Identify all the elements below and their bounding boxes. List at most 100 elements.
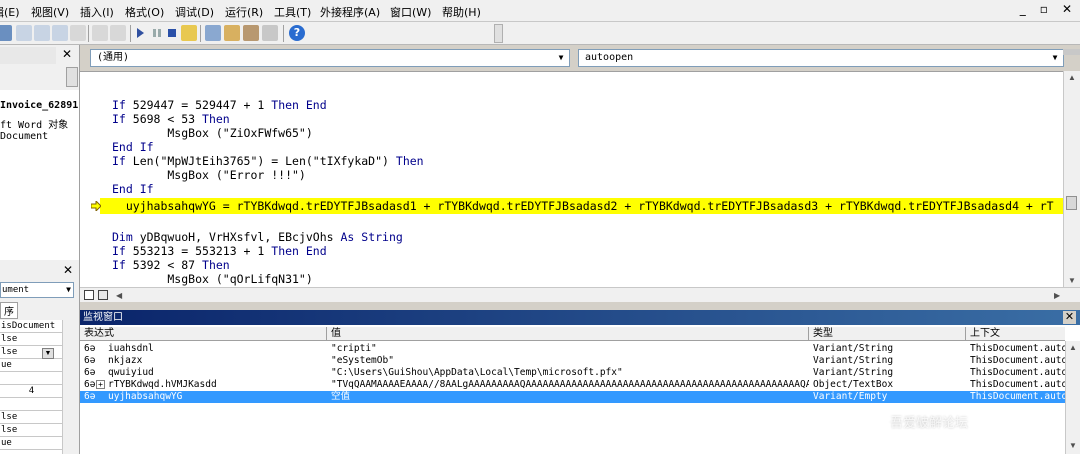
close-button[interactable]: ✕ (1062, 2, 1072, 20)
toolbox-icon[interactable] (262, 25, 278, 41)
code-line[interactable]: MsgBox ("Error !!!") (112, 168, 306, 182)
column-value[interactable]: 值 (327, 327, 809, 341)
reset-icon[interactable] (168, 29, 176, 37)
code-vscroll[interactable]: ▲ ▼ (1063, 71, 1080, 287)
watch-row[interactable]: 6ə qwuiyiud "C:\Users\GuiShou\AppData\Loca… (80, 367, 1065, 379)
object-combo[interactable]: (通用) ▼ (90, 49, 570, 67)
tree-item-word-objects[interactable]: ft Word 对象 (0, 116, 68, 131)
menu-format[interactable]: 格式(O) (125, 4, 164, 20)
design-mode-icon[interactable] (181, 25, 197, 41)
procedure-view-icon[interactable] (84, 290, 94, 300)
cut-icon[interactable] (16, 25, 32, 41)
property-value[interactable]: ue (0, 359, 62, 372)
menu-help[interactable]: 帮助(H) (442, 4, 481, 20)
code-line[interactable]: If 5392 < 87 Then (112, 258, 230, 272)
code-line[interactable]: If 529447 = 529447 + 1 Then End (112, 98, 327, 112)
code-hscroll[interactable]: ◀ ▶ (80, 287, 1080, 302)
watermark: 吾爱破解论坛 (890, 416, 969, 431)
code-line[interactable]: If 553213 = 553213 + 1 Then End (112, 244, 327, 258)
project-tree-hscroll[interactable] (66, 67, 78, 87)
code-line[interactable]: MsgBox ("qOrLifqN31") (112, 272, 312, 286)
scroll-up-icon[interactable]: ▲ (1068, 73, 1076, 82)
help-icon[interactable]: ? (289, 25, 305, 41)
property-value[interactable] (0, 372, 62, 385)
menu-insert[interactable]: 插入(I) (80, 4, 114, 20)
code-keyword: Then End (271, 244, 327, 258)
scroll-up-icon[interactable]: ▲ (1069, 343, 1077, 352)
watch-context: ThisDocument.auto (970, 379, 1065, 390)
watch-type: Variant/String (813, 343, 894, 354)
code-line[interactable]: End If (112, 140, 154, 154)
column-context[interactable]: 上下文 (966, 327, 1065, 341)
menu-debug[interactable]: 调试(D) (175, 4, 214, 20)
properties-window-icon[interactable] (224, 25, 240, 41)
menu-window[interactable]: 窗口(W) (390, 4, 431, 20)
property-dropdown-icon[interactable]: ▼ (42, 348, 54, 359)
watch-row[interactable]: 6ə nkjazx "eSystemOb" Variant/String ThisDoc… (80, 355, 1065, 367)
code-keyword: As String (340, 230, 403, 244)
full-module-view-icon[interactable] (98, 290, 108, 300)
watch-row[interactable]: 6ə + rTYBKdwqd.hVMJKasdd "TVqQAAMAAAAEAAAA/… (80, 379, 1065, 391)
watch-row[interactable]: 6ə iuahsdnl "cripti" Variant/String ThisDocu… (80, 343, 1065, 355)
column-expression[interactable]: 表达式 (80, 327, 327, 341)
object-browser-icon[interactable] (243, 25, 259, 41)
property-value[interactable]: ue (0, 437, 62, 450)
copy-icon[interactable] (34, 25, 50, 41)
code-editor[interactable]: If 529447 = 529447 + 1 Then End If 5698 <… (80, 71, 1063, 287)
scroll-down-icon[interactable]: ▼ (1069, 441, 1077, 450)
redo-icon[interactable] (110, 25, 126, 41)
property-value[interactable] (0, 398, 62, 411)
project-tree: Invoice_62891 ft Word 对象 Document (0, 90, 79, 260)
insert-module-icon[interactable] (0, 25, 12, 41)
scroll-right-icon[interactable]: ▶ (1054, 291, 1060, 300)
code-line[interactable]: If Len("MpWJtEih3765") = Len("tIXfykaD")… (112, 154, 424, 168)
watch-row[interactable]: 6ə uyjhabsahqwYG 空值 Variant/Empty ThisDocume… (80, 391, 1065, 403)
menu-view[interactable]: 视图(V) (31, 4, 69, 20)
watch-close-icon[interactable]: ✕ (1063, 311, 1076, 324)
property-value[interactable]: lse (0, 333, 62, 346)
menu-run[interactable]: 运行(R) (225, 4, 263, 20)
run-icon[interactable] (137, 28, 144, 38)
property-value[interactable]: 4 (0, 385, 62, 398)
property-value[interactable]: lse (0, 424, 62, 437)
code-line[interactable]: End If (112, 182, 154, 196)
code-line[interactable]: Dim yDBqwuoH, VrHXsfvl, EBcjvOhs As Stri… (112, 230, 403, 244)
break-icon[interactable] (153, 29, 161, 37)
tree-item-thisdocument[interactable]: Document (0, 131, 48, 142)
properties-tab[interactable]: 序 (0, 302, 18, 319)
expand-icon[interactable]: + (96, 380, 105, 389)
menu-edit[interactable]: 编辑(E) (0, 4, 20, 20)
code-line[interactable]: MsgBox ("ZiOxFWfw65") (112, 126, 312, 140)
scroll-thumb[interactable] (1066, 196, 1077, 210)
property-value[interactable]: isDocument (0, 320, 62, 333)
properties-close-icon[interactable]: ✕ (62, 264, 74, 276)
watch-vscroll[interactable]: ▲ ▼ (1065, 341, 1080, 454)
menu-tools[interactable]: 工具(T) (274, 4, 311, 20)
watch-glasses-icon: 6ə (84, 343, 96, 354)
project-explorer-icon[interactable] (205, 25, 221, 41)
tree-item-document[interactable]: Invoice_62891 (0, 100, 78, 111)
menu-addins[interactable]: 外接程序(A) (320, 4, 380, 20)
watch-type: Variant/String (813, 355, 894, 366)
paste-icon[interactable] (52, 25, 68, 41)
minimize-button[interactable]: _ (1020, 2, 1026, 20)
property-value[interactable]: lse (0, 411, 62, 424)
procedure-combo[interactable]: autoopen ▼ (578, 49, 1064, 67)
split-bar[interactable] (1063, 49, 1080, 55)
undo-icon[interactable] (92, 25, 108, 41)
window-controls: _ ▫ ✕ (1020, 2, 1072, 20)
watch-type: Variant/String (813, 367, 894, 378)
column-type[interactable]: 类型 (809, 327, 966, 341)
code-line[interactable]: If 5698 < 53 Then (112, 112, 230, 126)
code-text: 553213 = 553213 + 1 (125, 244, 272, 258)
watch-value: "C:\Users\GuiShou\AppData\Local\Temp\mic… (331, 367, 623, 378)
properties-vscroll[interactable] (62, 320, 74, 454)
find-icon[interactable] (70, 25, 86, 41)
project-close-icon[interactable]: ✕ (61, 48, 73, 60)
code-line[interactable]: uyjhabsahqwYG = rTYBKdwqd.trEDYTFJBsadas… (112, 199, 1054, 213)
restore-button[interactable]: ▫ (1040, 2, 1048, 20)
scroll-left-icon[interactable]: ◀ (116, 291, 122, 300)
toolbar-options-icon[interactable] (494, 24, 503, 43)
properties-combo[interactable]: ument ▼ (0, 282, 74, 298)
scroll-down-icon[interactable]: ▼ (1068, 276, 1076, 285)
